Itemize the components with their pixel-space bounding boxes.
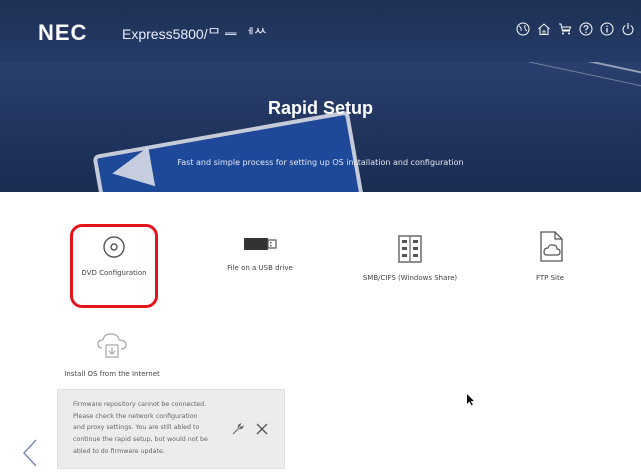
usb-drive-icon (244, 238, 277, 250)
cart-icon[interactable] (558, 22, 572, 36)
network-share-icon (398, 235, 422, 263)
disc-icon (103, 236, 125, 258)
road-sign-arrow (108, 146, 156, 192)
tile-label: DVD Configuration (81, 269, 147, 277)
back-arrow-icon[interactable] (20, 438, 40, 468)
info-icon[interactable] (600, 22, 614, 36)
tile-ftp-site[interactable]: FTP Site (500, 230, 600, 282)
toast-line: continue the rapid setup, but would not … (73, 436, 208, 444)
toast-line: Firmware repository cannot be connected. (73, 401, 207, 408)
tile-label: File on a USB drive (227, 264, 293, 272)
mouse-cursor-icon (467, 394, 474, 406)
cloud-file-icon (540, 231, 563, 262)
cloud-install-icon (97, 333, 127, 358)
hero-banner: Rapid Setup Fast and simple process for … (0, 62, 641, 192)
close-icon[interactable] (255, 422, 269, 436)
header-icons (516, 22, 635, 36)
page-subtitle: Fast and simple process for setting up O… (177, 158, 464, 167)
help-icon[interactable] (579, 22, 593, 36)
power-icon[interactable] (621, 22, 635, 36)
product-name: Express5800/ᄆ ᆖ ᅦᄊ (122, 26, 267, 42)
home-icon[interactable] (537, 22, 551, 36)
toast-line: Please check the network configuration (73, 412, 198, 420)
toast-line: and proxy settings. You are still abled … (73, 424, 200, 432)
tile-smb-cifs[interactable]: SMB/CIFS (Windows Share) (340, 234, 480, 282)
tile-label: SMB/CIFS (Windows Share) (362, 274, 458, 282)
toast-line: abled to do firmware update. (73, 447, 165, 455)
nec-logo: NEC (38, 20, 88, 45)
tile-usb-drive[interactable]: File on a USB drive (200, 234, 320, 272)
top-bar: NEC Express5800/ᄆ ᆖ ᅦᄊ (0, 0, 641, 62)
tile-install-os-internet[interactable]: Install OS from the Internet (52, 330, 172, 378)
tile-label: FTP Site (535, 274, 565, 282)
page-title: Rapid Setup (267, 98, 373, 118)
firmware-warning-toast: Firmware repository cannot be connected.… (57, 389, 285, 469)
globe-icon[interactable] (516, 22, 530, 36)
toast-message: Firmware repository cannot be connected.… (73, 399, 235, 458)
tile-dvd-configuration[interactable]: DVD Configuration (70, 224, 158, 308)
wrench-icon[interactable] (231, 422, 245, 436)
tile-label: Install OS from the Internet (64, 370, 160, 378)
